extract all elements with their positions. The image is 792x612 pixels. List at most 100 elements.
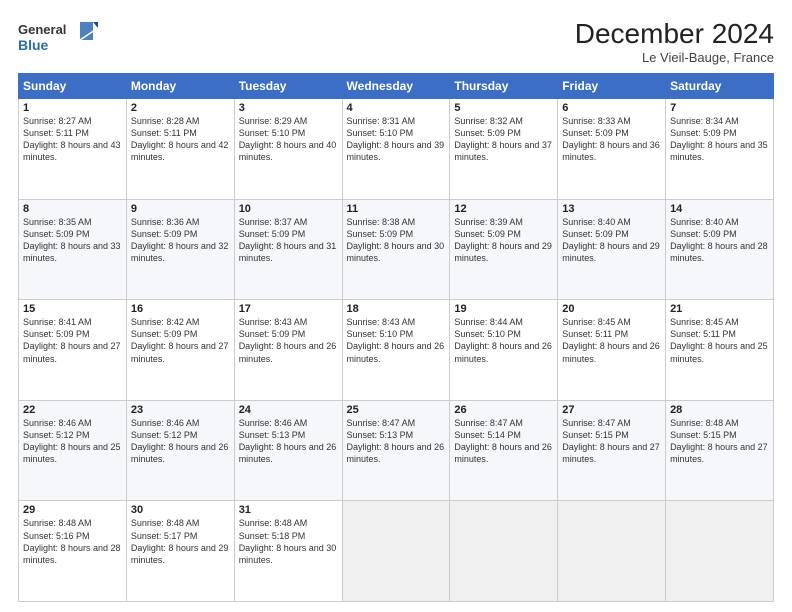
calendar-cell: 22Sunrise: 8:46 AMSunset: 5:12 PMDayligh… bbox=[19, 400, 127, 501]
header-day-saturday: Saturday bbox=[666, 74, 774, 99]
calendar-cell: 29Sunrise: 8:48 AMSunset: 5:16 PMDayligh… bbox=[19, 501, 127, 602]
calendar-header-row: SundayMondayTuesdayWednesdayThursdayFrid… bbox=[19, 74, 774, 99]
logo: General Blue bbox=[18, 18, 98, 61]
day-info: Sunrise: 8:40 AMSunset: 5:09 PMDaylight:… bbox=[670, 216, 769, 265]
svg-text:Blue: Blue bbox=[18, 37, 49, 53]
day-number: 31 bbox=[239, 504, 338, 516]
day-number: 22 bbox=[23, 404, 122, 416]
day-info: Sunrise: 8:31 AMSunset: 5:10 PMDaylight:… bbox=[347, 115, 446, 164]
day-number: 18 bbox=[347, 303, 446, 315]
calendar-cell: 30Sunrise: 8:48 AMSunset: 5:17 PMDayligh… bbox=[126, 501, 234, 602]
day-info: Sunrise: 8:42 AMSunset: 5:09 PMDaylight:… bbox=[131, 316, 230, 365]
day-number: 17 bbox=[239, 303, 338, 315]
calendar-cell: 7Sunrise: 8:34 AMSunset: 5:09 PMDaylight… bbox=[666, 99, 774, 200]
day-info: Sunrise: 8:47 AMSunset: 5:15 PMDaylight:… bbox=[562, 417, 661, 466]
title-block: December 2024 Le Vieil-Bauge, France bbox=[575, 18, 774, 65]
day-info: Sunrise: 8:48 AMSunset: 5:16 PMDaylight:… bbox=[23, 517, 122, 566]
day-info: Sunrise: 8:37 AMSunset: 5:09 PMDaylight:… bbox=[239, 216, 338, 265]
day-number: 7 bbox=[670, 102, 769, 114]
header-day-friday: Friday bbox=[558, 74, 666, 99]
location: Le Vieil-Bauge, France bbox=[575, 50, 774, 65]
logo-text: General Blue bbox=[18, 18, 98, 61]
week-row-3: 15Sunrise: 8:41 AMSunset: 5:09 PMDayligh… bbox=[19, 300, 774, 401]
day-info: Sunrise: 8:46 AMSunset: 5:12 PMDaylight:… bbox=[131, 417, 230, 466]
day-number: 23 bbox=[131, 404, 230, 416]
day-info: Sunrise: 8:28 AMSunset: 5:11 PMDaylight:… bbox=[131, 115, 230, 164]
day-info: Sunrise: 8:48 AMSunset: 5:17 PMDaylight:… bbox=[131, 517, 230, 566]
week-row-1: 1Sunrise: 8:27 AMSunset: 5:11 PMDaylight… bbox=[19, 99, 774, 200]
svg-text:General: General bbox=[18, 22, 66, 37]
calendar-cell: 20Sunrise: 8:45 AMSunset: 5:11 PMDayligh… bbox=[558, 300, 666, 401]
calendar-cell: 1Sunrise: 8:27 AMSunset: 5:11 PMDaylight… bbox=[19, 99, 127, 200]
calendar-cell: 13Sunrise: 8:40 AMSunset: 5:09 PMDayligh… bbox=[558, 199, 666, 300]
calendar-cell: 6Sunrise: 8:33 AMSunset: 5:09 PMDaylight… bbox=[558, 99, 666, 200]
calendar-cell: 4Sunrise: 8:31 AMSunset: 5:10 PMDaylight… bbox=[342, 99, 450, 200]
calendar-cell: 24Sunrise: 8:46 AMSunset: 5:13 PMDayligh… bbox=[234, 400, 342, 501]
day-info: Sunrise: 8:41 AMSunset: 5:09 PMDaylight:… bbox=[23, 316, 122, 365]
month-title: December 2024 bbox=[575, 18, 774, 50]
day-number: 9 bbox=[131, 203, 230, 215]
day-info: Sunrise: 8:34 AMSunset: 5:09 PMDaylight:… bbox=[670, 115, 769, 164]
day-number: 29 bbox=[23, 504, 122, 516]
day-number: 21 bbox=[670, 303, 769, 315]
day-number: 25 bbox=[347, 404, 446, 416]
calendar-cell: 15Sunrise: 8:41 AMSunset: 5:09 PMDayligh… bbox=[19, 300, 127, 401]
calendar-cell: 19Sunrise: 8:44 AMSunset: 5:10 PMDayligh… bbox=[450, 300, 558, 401]
calendar-cell: 2Sunrise: 8:28 AMSunset: 5:11 PMDaylight… bbox=[126, 99, 234, 200]
day-info: Sunrise: 8:46 AMSunset: 5:12 PMDaylight:… bbox=[23, 417, 122, 466]
day-info: Sunrise: 8:44 AMSunset: 5:10 PMDaylight:… bbox=[454, 316, 553, 365]
calendar-cell: 23Sunrise: 8:46 AMSunset: 5:12 PMDayligh… bbox=[126, 400, 234, 501]
calendar-cell: 11Sunrise: 8:38 AMSunset: 5:09 PMDayligh… bbox=[342, 199, 450, 300]
calendar-cell: 31Sunrise: 8:48 AMSunset: 5:18 PMDayligh… bbox=[234, 501, 342, 602]
day-number: 28 bbox=[670, 404, 769, 416]
calendar-cell: 21Sunrise: 8:45 AMSunset: 5:11 PMDayligh… bbox=[666, 300, 774, 401]
day-info: Sunrise: 8:33 AMSunset: 5:09 PMDaylight:… bbox=[562, 115, 661, 164]
calendar-cell: 8Sunrise: 8:35 AMSunset: 5:09 PMDaylight… bbox=[19, 199, 127, 300]
day-number: 5 bbox=[454, 102, 553, 114]
day-info: Sunrise: 8:48 AMSunset: 5:18 PMDaylight:… bbox=[239, 517, 338, 566]
header-day-thursday: Thursday bbox=[450, 74, 558, 99]
day-number: 3 bbox=[239, 102, 338, 114]
calendar-cell: 25Sunrise: 8:47 AMSunset: 5:13 PMDayligh… bbox=[342, 400, 450, 501]
calendar-body: 1Sunrise: 8:27 AMSunset: 5:11 PMDaylight… bbox=[19, 99, 774, 602]
day-number: 6 bbox=[562, 102, 661, 114]
day-info: Sunrise: 8:39 AMSunset: 5:09 PMDaylight:… bbox=[454, 216, 553, 265]
calendar-cell bbox=[342, 501, 450, 602]
calendar-cell: 9Sunrise: 8:36 AMSunset: 5:09 PMDaylight… bbox=[126, 199, 234, 300]
calendar-cell: 28Sunrise: 8:48 AMSunset: 5:15 PMDayligh… bbox=[666, 400, 774, 501]
day-info: Sunrise: 8:47 AMSunset: 5:14 PMDaylight:… bbox=[454, 417, 553, 466]
day-number: 24 bbox=[239, 404, 338, 416]
page: General Blue December 2024 Le Vieil-Baug… bbox=[0, 0, 792, 612]
day-number: 8 bbox=[23, 203, 122, 215]
header-day-monday: Monday bbox=[126, 74, 234, 99]
day-info: Sunrise: 8:48 AMSunset: 5:15 PMDaylight:… bbox=[670, 417, 769, 466]
calendar-cell: 18Sunrise: 8:43 AMSunset: 5:10 PMDayligh… bbox=[342, 300, 450, 401]
header-day-wednesday: Wednesday bbox=[342, 74, 450, 99]
day-number: 20 bbox=[562, 303, 661, 315]
day-number: 10 bbox=[239, 203, 338, 215]
logo-svg: General Blue bbox=[18, 18, 98, 56]
day-number: 26 bbox=[454, 404, 553, 416]
day-info: Sunrise: 8:38 AMSunset: 5:09 PMDaylight:… bbox=[347, 216, 446, 265]
day-number: 30 bbox=[131, 504, 230, 516]
day-number: 2 bbox=[131, 102, 230, 114]
calendar-cell: 12Sunrise: 8:39 AMSunset: 5:09 PMDayligh… bbox=[450, 199, 558, 300]
calendar-cell: 3Sunrise: 8:29 AMSunset: 5:10 PMDaylight… bbox=[234, 99, 342, 200]
day-number: 13 bbox=[562, 203, 661, 215]
day-number: 19 bbox=[454, 303, 553, 315]
day-info: Sunrise: 8:40 AMSunset: 5:09 PMDaylight:… bbox=[562, 216, 661, 265]
calendar-cell: 10Sunrise: 8:37 AMSunset: 5:09 PMDayligh… bbox=[234, 199, 342, 300]
week-row-2: 8Sunrise: 8:35 AMSunset: 5:09 PMDaylight… bbox=[19, 199, 774, 300]
header: General Blue December 2024 Le Vieil-Baug… bbox=[18, 18, 774, 65]
day-info: Sunrise: 8:35 AMSunset: 5:09 PMDaylight:… bbox=[23, 216, 122, 265]
week-row-4: 22Sunrise: 8:46 AMSunset: 5:12 PMDayligh… bbox=[19, 400, 774, 501]
calendar-cell bbox=[666, 501, 774, 602]
day-number: 11 bbox=[347, 203, 446, 215]
calendar-cell: 14Sunrise: 8:40 AMSunset: 5:09 PMDayligh… bbox=[666, 199, 774, 300]
calendar-cell: 26Sunrise: 8:47 AMSunset: 5:14 PMDayligh… bbox=[450, 400, 558, 501]
calendar-table: SundayMondayTuesdayWednesdayThursdayFrid… bbox=[18, 73, 774, 602]
day-number: 12 bbox=[454, 203, 553, 215]
calendar-cell: 27Sunrise: 8:47 AMSunset: 5:15 PMDayligh… bbox=[558, 400, 666, 501]
day-info: Sunrise: 8:45 AMSunset: 5:11 PMDaylight:… bbox=[670, 316, 769, 365]
day-info: Sunrise: 8:43 AMSunset: 5:09 PMDaylight:… bbox=[239, 316, 338, 365]
